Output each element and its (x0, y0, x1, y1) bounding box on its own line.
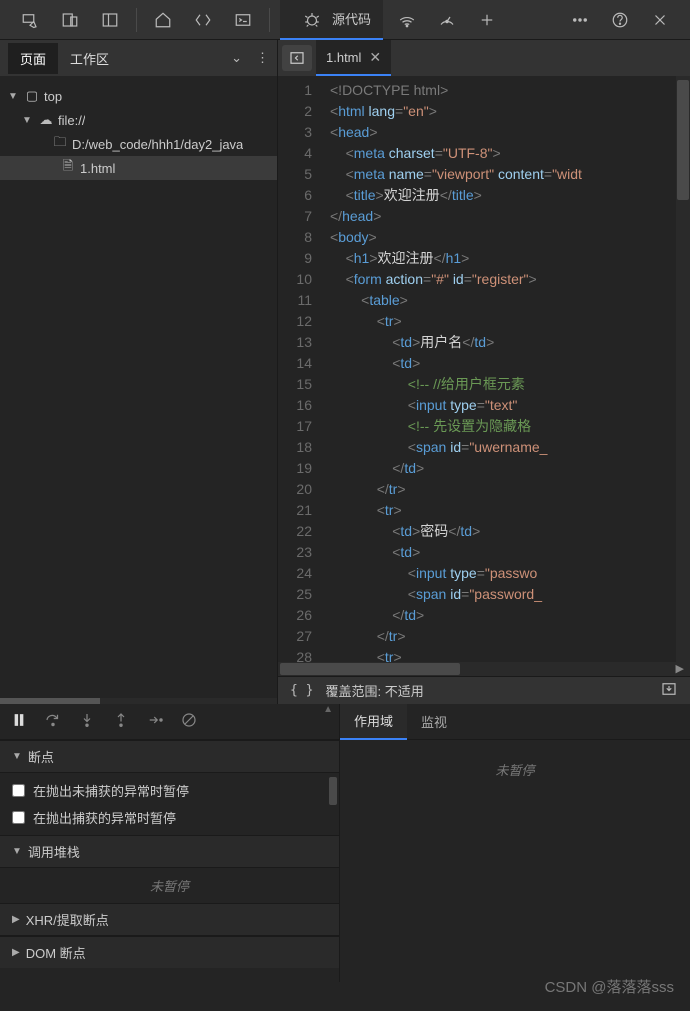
navigator-panel: 页面 工作区 ⌄ ⋮ ▼▢top ▼☁file:// 🗀D:/web_code/… (0, 40, 278, 704)
editor-tab-label: 1.html (326, 50, 361, 65)
network-icon[interactable] (393, 6, 421, 34)
tab-workspace[interactable]: 工作区 (58, 43, 121, 74)
step-out-icon[interactable] (112, 711, 130, 733)
xhr-section[interactable]: ▶XHR/提取断点 (0, 903, 339, 936)
file-tree: ▼▢top ▼☁file:// 🗀D:/web_code/hhh1/day2_j… (0, 76, 277, 698)
tab-close-icon[interactable]: ✕ (369, 49, 381, 66)
tab-scope[interactable]: 作用域 (340, 703, 407, 740)
tree-top[interactable]: ▼▢top (0, 84, 277, 108)
download-icon[interactable] (660, 680, 678, 701)
pause-caught-checkbox[interactable] (12, 811, 25, 824)
breakpoints-section[interactable]: ▼断点 (0, 740, 339, 773)
tree-folder[interactable]: 🗀D:/web_code/hhh1/day2_java (0, 132, 277, 156)
pause-icon[interactable] (10, 711, 28, 733)
step-over-icon[interactable] (44, 711, 62, 733)
add-icon[interactable] (473, 6, 501, 34)
tree-file-protocol[interactable]: ▼☁file:// (0, 108, 277, 132)
code-editor: 1.html ✕ 1234567891011121314151617181920… (278, 40, 690, 704)
coverage-label: 覆盖范围: 不适用 (325, 681, 423, 700)
line-gutter[interactable]: 1234567891011121314151617181920212223242… (278, 76, 322, 662)
callstack-not-paused: 未暂停 (0, 868, 339, 903)
pause-caught-row[interactable]: 在抛出捕获的异常时暂停 (0, 804, 339, 831)
coverage-bar: { } 覆盖范围: 不适用 (278, 676, 690, 704)
bug-icon (298, 5, 326, 33)
step-into-icon[interactable] (78, 711, 96, 733)
inspect-icon[interactable] (16, 6, 44, 34)
elements-icon[interactable] (189, 6, 217, 34)
scope-panel: 作用域 监视 未暂停 (340, 704, 690, 982)
more-icon[interactable] (566, 6, 594, 34)
editor-tab[interactable]: 1.html ✕ (316, 40, 391, 76)
editor-vscroll[interactable] (676, 76, 690, 662)
braces-icon[interactable]: { } (290, 683, 313, 698)
performance-icon[interactable] (433, 6, 461, 34)
deactivate-breakpoints-icon[interactable] (180, 711, 198, 733)
dom-section[interactable]: ▶DOM 断点 (0, 936, 339, 968)
debugger-panel: ▲ ▼断点 在抛出未捕获的异常时暂停 在抛出捕获的异常时暂停 ▼调用堆栈 未暂停… (0, 704, 340, 982)
dock-icon[interactable] (96, 6, 124, 34)
sources-tab-label: 源代码 (332, 9, 371, 28)
console-icon[interactable] (229, 6, 257, 34)
tab-page[interactable]: 页面 (8, 43, 58, 74)
pause-uncaught-row[interactable]: 在抛出未捕获的异常时暂停 (0, 777, 339, 804)
sources-tab[interactable]: 源代码 (280, 0, 383, 40)
tab-watch[interactable]: 监视 (407, 704, 461, 739)
callstack-section[interactable]: ▼调用堆栈 (0, 835, 339, 868)
home-icon[interactable] (149, 6, 177, 34)
step-icon[interactable] (146, 711, 164, 733)
close-icon[interactable] (646, 6, 674, 34)
main-toolbar: 源代码 (0, 0, 690, 40)
kebab-icon[interactable]: ⋮ (256, 50, 269, 66)
tree-file[interactable]: 🗎1.html (0, 156, 277, 180)
toggle-navigator-button[interactable] (282, 45, 312, 71)
bp-scrollbar[interactable] (329, 777, 337, 805)
chevron-down-icon[interactable]: ⌄ (231, 50, 242, 66)
scope-not-paused: 未暂停 (340, 740, 690, 982)
editor-hscroll[interactable]: ▶ (278, 662, 690, 676)
help-icon[interactable] (606, 6, 634, 34)
pause-uncaught-checkbox[interactable] (12, 784, 25, 797)
device-icon[interactable] (56, 6, 84, 34)
code-lines[interactable]: <!DOCTYPE html><html lang="en"><head> <m… (322, 76, 690, 662)
